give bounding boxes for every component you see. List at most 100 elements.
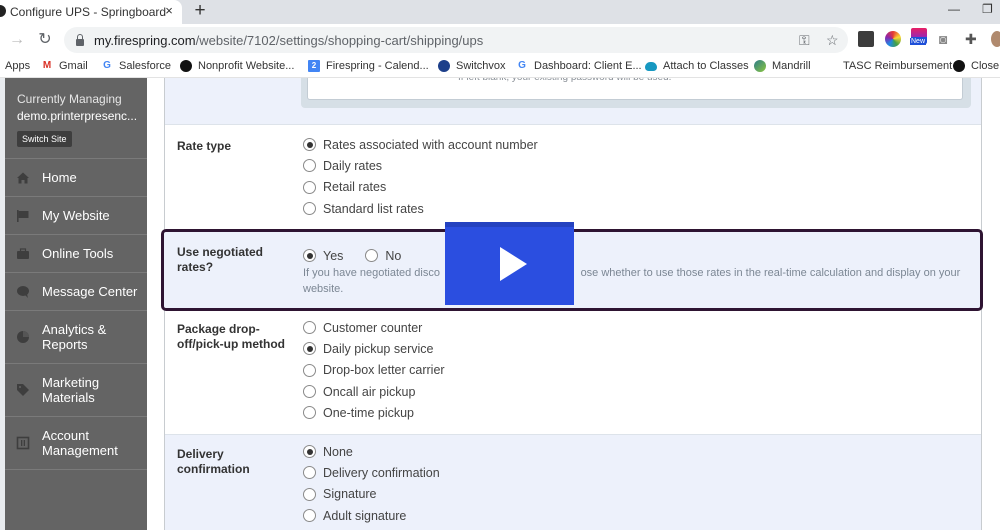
radio-label: Customer counter — [323, 320, 423, 335]
sidebar-item-account-management[interactable]: Account Management — [5, 417, 147, 470]
radio-unchecked-icon[interactable] — [365, 249, 379, 263]
sidebar-item-online-tools[interactable]: Online Tools — [5, 235, 147, 273]
radio-option[interactable]: Standard list rates — [303, 198, 538, 219]
radio-option[interactable]: Yes — [303, 245, 343, 266]
bookmark-gmail[interactable]: M Gmail — [41, 60, 88, 72]
radio-unchecked-icon[interactable] — [303, 385, 316, 399]
bookmark-salesforce[interactable]: G Salesforce — [101, 60, 171, 72]
bookmark-dashboard[interactable]: G Dashboard: Client E... — [516, 60, 642, 72]
chat-bubble-icon — [16, 285, 30, 299]
radio-option[interactable]: Rates associated with account number — [303, 134, 538, 155]
bookmark-switchvox[interactable]: Switchvox — [438, 60, 506, 72]
bookmarks-bar: Apps M Gmail G Salesforce Nonprofit Websit… — [0, 56, 1000, 78]
bookmark-label: Nonprofit Website... — [198, 60, 295, 72]
package-method-options: Customer counter Daily pickup service Drop… — [303, 317, 445, 423]
radio-checked-icon[interactable] — [303, 445, 316, 459]
calendar-icon: 2 — [308, 60, 320, 72]
radio-option[interactable]: Customer counter — [303, 317, 445, 338]
password-section: If left blank, your existing password wi… — [165, 78, 981, 125]
color-wheel-extension-icon[interactable] — [885, 31, 901, 47]
negotiated-rates-label: Use negotiated rates? — [177, 245, 264, 274]
radio-label: Standard list rates — [323, 201, 424, 216]
radio-option[interactable]: Daily rates — [303, 155, 538, 176]
sidebar-item-marketing-materials[interactable]: Marketing Materials — [5, 364, 147, 417]
browser-tabstrip: Configure UPS - Springboard × + — ❐ — [0, 0, 1000, 24]
managing-label: Currently Managing — [17, 92, 122, 106]
radio-label: Yes — [323, 248, 344, 263]
video-play-button[interactable] — [445, 222, 574, 305]
sidebar-item-analytics-reports[interactable]: Analytics & Reports — [5, 311, 147, 364]
tag-icon — [16, 383, 30, 397]
bookmark-nonprofit-website[interactable]: Nonprofit Website... — [180, 60, 294, 72]
radio-unchecked-icon[interactable] — [303, 159, 316, 173]
radio-unchecked-icon[interactable] — [303, 487, 316, 501]
package-method-label: Package drop-off/pick-up method — [177, 322, 285, 351]
radio-label: Daily pickup service — [323, 341, 434, 356]
radio-unchecked-icon[interactable] — [303, 406, 316, 420]
radio-unchecked-icon[interactable] — [303, 509, 316, 523]
browser-toolbar: → ↻ my.firespring.com/website/7102/setti… — [0, 24, 1000, 56]
radio-option[interactable]: Delivery confirmation — [303, 462, 440, 483]
bookmark-label: Firespring - Calend... — [326, 60, 429, 72]
tab-close-icon[interactable]: × — [162, 3, 176, 19]
address-bar[interactable]: my.firespring.com/website/7102/settings/… — [64, 27, 848, 53]
radio-unchecked-icon[interactable] — [303, 321, 316, 335]
reload-button[interactable]: ↻ — [34, 29, 56, 51]
radio-label: Daily rates — [323, 158, 383, 173]
radio-option[interactable]: Retail rates — [303, 177, 538, 198]
rate-type-section: Rate type Rates associated with account … — [165, 125, 981, 230]
radio-option[interactable]: Daily pickup service — [303, 338, 445, 359]
negotiated-rates-options: Yes No — [303, 245, 423, 266]
radio-checked-icon[interactable] — [303, 249, 316, 263]
radio-option[interactable]: Signature — [303, 484, 440, 505]
key-icon[interactable]: ⚿ — [799, 32, 810, 49]
sidebar-item-my-website[interactable]: My Website — [5, 197, 147, 235]
bookmark-attach-to-classes[interactable]: Attach to Classes — [645, 60, 749, 72]
tab-title: Configure UPS - Springboard — [10, 5, 167, 19]
forward-button[interactable]: → — [6, 29, 28, 51]
puzzle-extensions-icon[interactable]: ✚ — [965, 31, 981, 47]
radio-unchecked-icon[interactable] — [303, 202, 316, 216]
page: Currently Managing demo.printerpresenc..… — [0, 78, 1000, 530]
restore-button[interactable]: ❐ — [982, 2, 993, 16]
bookmark-label: Dashboard: Client E... — [534, 60, 642, 72]
star-icon[interactable]: ☆ — [826, 32, 839, 49]
radio-unchecked-icon[interactable] — [303, 363, 316, 377]
radio-checked-icon[interactable] — [303, 138, 316, 152]
new-tab-button[interactable]: + — [191, 1, 209, 21]
mandrill-icon — [754, 60, 766, 72]
radio-option[interactable]: Oncall air pickup — [303, 381, 445, 402]
radio-label: None — [323, 444, 353, 459]
password-hint: If left blank, your existing password wi… — [458, 78, 671, 83]
home-icon — [16, 171, 30, 185]
bookmark-apps[interactable]: Apps — [5, 60, 30, 72]
radio-label: Adult signature — [323, 508, 407, 523]
extension-dots-icon[interactable] — [858, 31, 874, 47]
bookmark-label: Attach to Classes — [663, 60, 749, 72]
password-box: If left blank, your existing password wi… — [301, 78, 971, 108]
radio-option[interactable]: Adult signature — [303, 505, 440, 526]
minimize-button[interactable]: — — [948, 2, 960, 16]
sidebar-item-home[interactable]: Home — [5, 159, 147, 197]
switch-site-button[interactable]: Switch Site — [17, 131, 72, 147]
bookmark-tasc[interactable]: TASC Reimbursement — [843, 60, 952, 72]
radio-label: Oncall air pickup — [323, 384, 416, 399]
bookmark-firespring-calendar[interactable]: 2 Firespring - Calend... — [308, 60, 429, 72]
new-extension-icon[interactable]: New — [910, 28, 927, 45]
sidebar-item-message-center[interactable]: Message Center — [5, 273, 147, 311]
extension-new-badge: New — [910, 38, 927, 45]
radio-option[interactable]: One-time pickup — [303, 402, 445, 423]
bookmark-mandrill[interactable]: Mandrill — [754, 60, 811, 72]
radio-option[interactable]: Drop-box letter carrier — [303, 360, 445, 381]
sidebar-item-label: Online Tools — [42, 246, 114, 261]
radio-unchecked-icon[interactable] — [303, 180, 316, 194]
radio-option[interactable]: No — [365, 245, 401, 266]
radio-unchecked-icon[interactable] — [303, 466, 316, 480]
radio-option[interactable]: None — [303, 441, 440, 462]
browser-tab[interactable]: Configure UPS - Springboard × — [0, 0, 182, 24]
camera-icon[interactable]: ◙ — [939, 31, 955, 47]
url-path: /website/7102/settings/shopping-cart/shi… — [195, 32, 484, 48]
bookmark-close[interactable]: Close — [953, 60, 999, 72]
profile-avatar[interactable] — [991, 31, 1000, 47]
radio-checked-icon[interactable] — [303, 342, 316, 356]
